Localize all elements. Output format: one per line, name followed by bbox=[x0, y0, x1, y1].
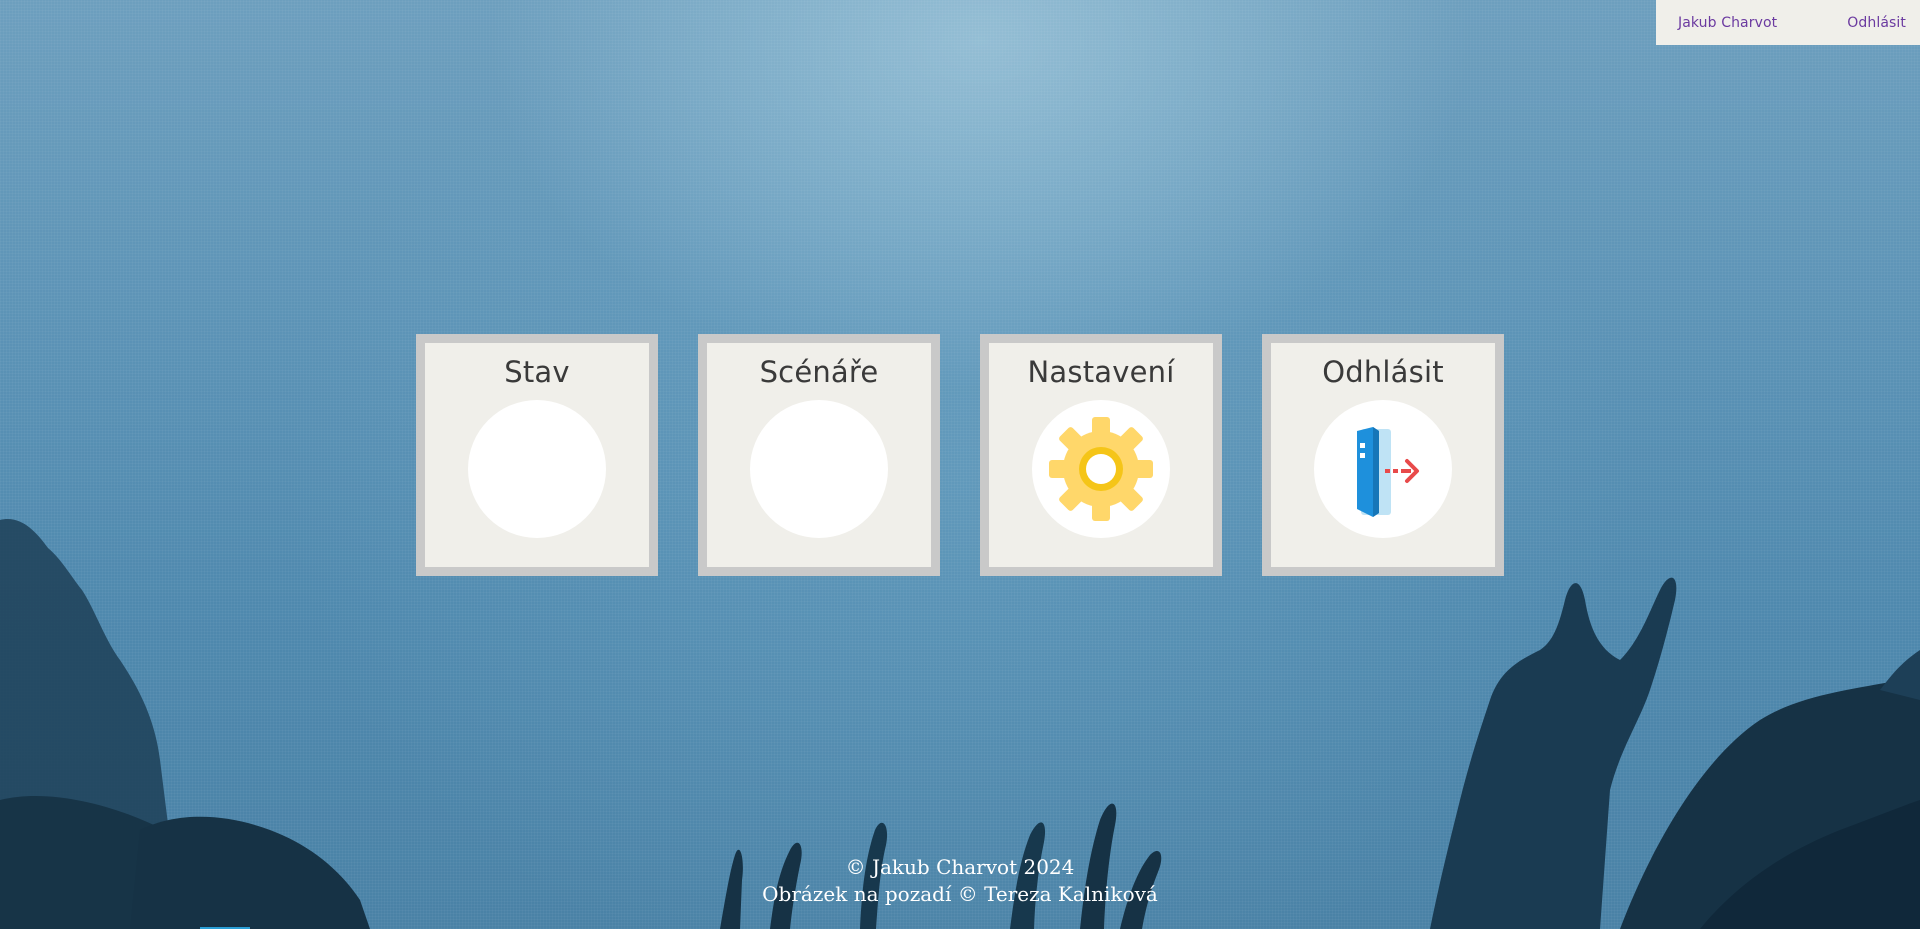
tile-title: Scénáře bbox=[759, 355, 879, 389]
logout-icon-container bbox=[1314, 400, 1452, 539]
gear-icon-container bbox=[1032, 400, 1170, 539]
tile-scenare[interactable]: Scénáře bbox=[698, 334, 940, 576]
tile-title: Stav bbox=[504, 355, 570, 389]
top-nav: Jakub Charvot Odhlásit bbox=[1656, 0, 1920, 45]
copyright-text: © Jakub Charvot 2024 bbox=[845, 855, 1075, 879]
tile-title: Odhlásit bbox=[1322, 355, 1444, 389]
background-credit-text: Obrázek na pozadí © Tereza Kalniková bbox=[762, 882, 1158, 906]
user-profile-link[interactable]: Jakub Charvot bbox=[1678, 15, 1777, 31]
main-menu-tiles: Stav Scénáře Nastavení Odhlásit bbox=[416, 334, 1504, 576]
tile-stav[interactable]: Stav bbox=[416, 334, 658, 576]
tile-title: Nastavení bbox=[1027, 355, 1175, 389]
logout-door-icon bbox=[1357, 427, 1419, 518]
tile-odhlasit[interactable]: Odhlásit bbox=[1262, 334, 1504, 576]
blank-circle-icon bbox=[468, 400, 606, 539]
blank-circle-icon bbox=[750, 400, 888, 539]
tile-nastaveni[interactable]: Nastavení bbox=[980, 334, 1222, 576]
logout-link[interactable]: Odhlásit bbox=[1847, 15, 1906, 31]
gear-icon bbox=[1049, 417, 1153, 522]
footer: © Jakub Charvot 2024 Obrázek na pozadí ©… bbox=[0, 854, 1920, 908]
